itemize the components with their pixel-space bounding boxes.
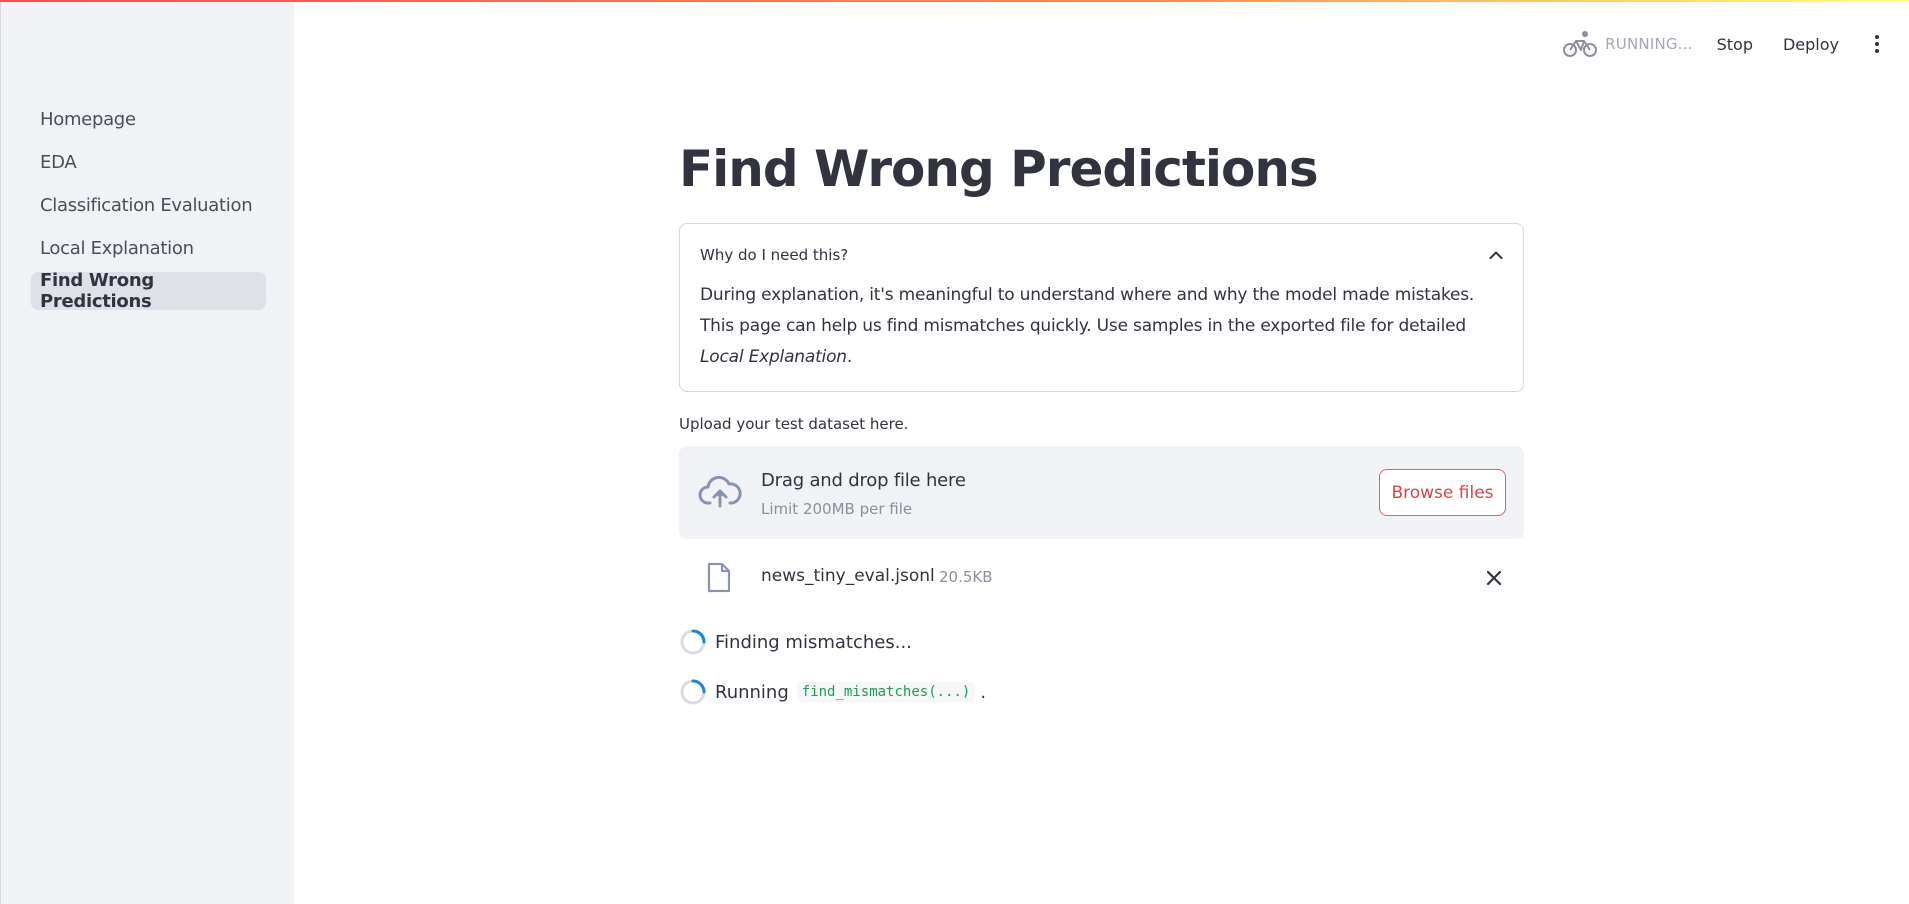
spinner-icon <box>680 629 706 655</box>
sidebar-nav: Homepage EDA Classification Evaluation L… <box>31 100 266 315</box>
chevron-up-icon <box>1489 251 1503 259</box>
file-size: 20.5KB <box>939 568 993 586</box>
bicycle-icon <box>1563 31 1598 57</box>
status-running-suffix: . <box>980 681 987 703</box>
status-running-prefix: Running <box>715 681 789 703</box>
dropzone-limit: Limit 200MB per file <box>761 500 913 518</box>
deploy-button[interactable]: Deploy <box>1783 35 1839 54</box>
expander-body-emphasis: Local Explanation <box>700 347 847 367</box>
uploaded-file-row: news_tiny_eval.jsonl 20.5KB <box>679 560 1524 596</box>
page-title: Find Wrong Predictions <box>679 140 1319 198</box>
file-icon <box>707 562 731 593</box>
expander-body-text: During explanation, it's meaningful to u… <box>700 285 1475 336</box>
expander-body-end: . <box>846 347 853 367</box>
sidebar-item-find-wrong-predictions[interactable]: Find Wrong Predictions <box>31 270 266 312</box>
status-finding: Finding mismatches... <box>679 627 912 657</box>
expander-title: Why do I need this? <box>700 246 849 264</box>
running-status: RUNNING... <box>1605 35 1693 53</box>
status-running: Running find_mismatches(...) . <box>679 677 986 707</box>
dropzone-title: Drag and drop file here <box>761 470 966 491</box>
file-name: news_tiny_eval.jsonl <box>761 566 935 586</box>
top-decoration-bar <box>0 0 1909 2</box>
expander-body: During explanation, it's meaningful to u… <box>700 280 1500 373</box>
cloud-upload-icon <box>698 475 742 508</box>
status-finding-text: Finding mismatches... <box>715 631 912 653</box>
browse-files-button[interactable]: Browse files <box>1379 469 1506 516</box>
sidebar-item-homepage[interactable]: Homepage <box>31 100 266 138</box>
header-actions: RUNNING... Stop Deploy <box>1563 28 1885 60</box>
expander-header[interactable]: Why do I need this? <box>700 242 1503 268</box>
stop-button[interactable]: Stop <box>1717 35 1753 54</box>
sidebar: Homepage EDA Classification Evaluation L… <box>0 0 294 904</box>
sidebar-item-local-explanation[interactable]: Local Explanation <box>31 229 266 267</box>
sidebar-item-eda[interactable]: EDA <box>31 143 266 181</box>
sidebar-item-classification-evaluation[interactable]: Classification Evaluation <box>31 186 266 224</box>
spinner-icon <box>680 679 706 705</box>
file-dropzone[interactable]: Drag and drop file here Limit 200MB per … <box>679 446 1524 539</box>
close-icon[interactable] <box>1484 568 1504 588</box>
info-expander: Why do I need this? During explanation, … <box>679 223 1524 392</box>
upload-label: Upload your test dataset here. <box>679 415 909 433</box>
app-header: RUNNING... Stop Deploy <box>294 0 1909 88</box>
kebab-menu-icon[interactable] <box>1869 32 1885 56</box>
status-running-code: find_mismatches(...) <box>796 682 976 702</box>
